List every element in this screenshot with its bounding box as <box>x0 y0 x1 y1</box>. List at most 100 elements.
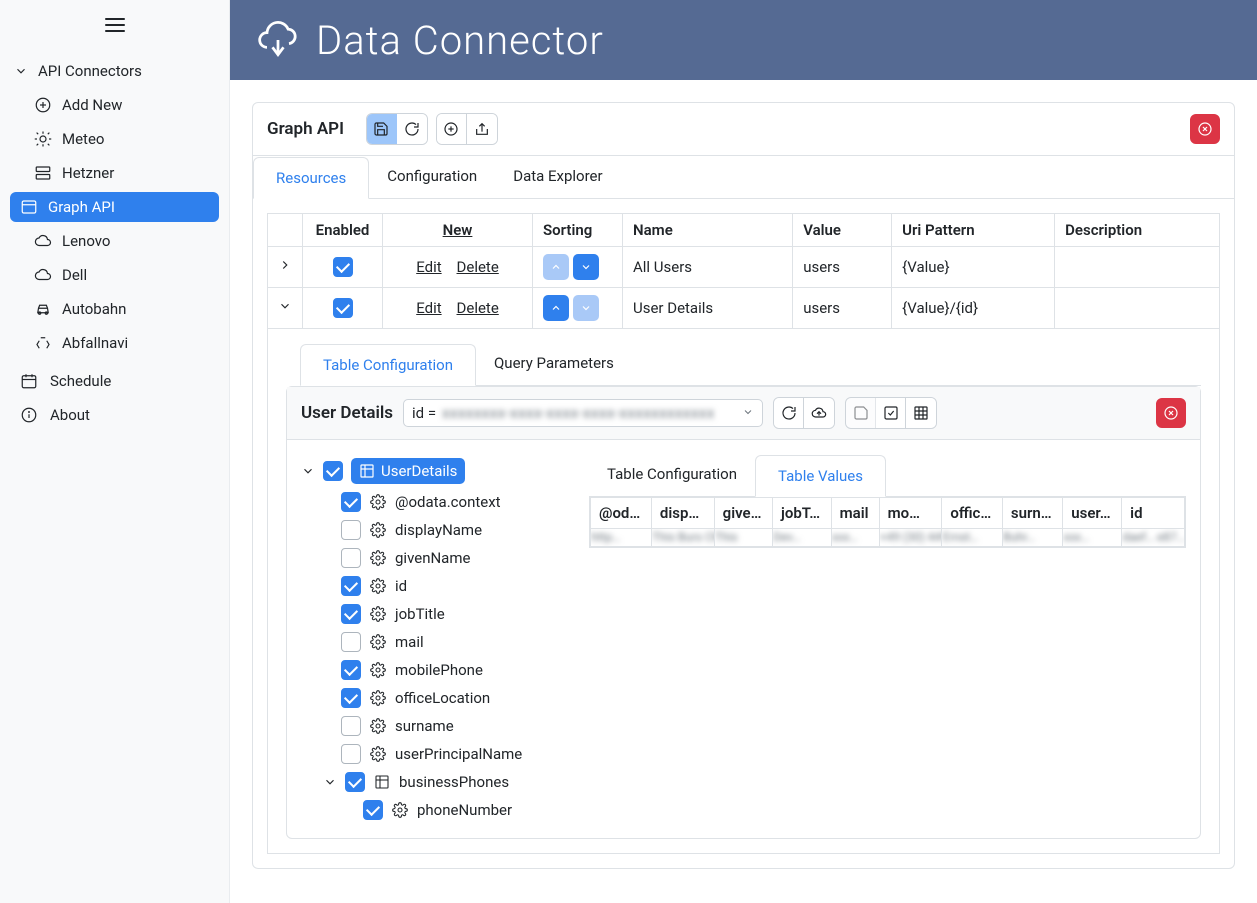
field-checkbox[interactable] <box>341 548 361 568</box>
id-label: id = <box>412 404 436 422</box>
sidebar-item-dell[interactable]: Dell <box>0 258 229 292</box>
enabled-checkbox[interactable] <box>333 257 353 277</box>
data-col: user… <box>1063 498 1122 529</box>
values-pane: Table Configuration Table Values @od…dis… <box>589 454 1186 548</box>
collapse-row-button[interactable] <box>268 288 303 329</box>
tree-field[interactable]: givenName <box>323 544 571 572</box>
refresh-button[interactable] <box>397 114 427 144</box>
topbar: Data Connector <box>230 0 1257 80</box>
cell-uri: {Value}/{id} <box>892 288 1055 329</box>
tree-subgroup[interactable]: businessPhones <box>323 768 571 796</box>
sidebar-add-new-label: Add New <box>62 96 122 114</box>
edit-link[interactable]: Edit <box>416 299 441 317</box>
panel-header: Graph API <box>253 103 1234 156</box>
chevron-down-icon[interactable] <box>301 464 315 478</box>
id-selector[interactable]: id = xxxxxxxx-xxxx-xxxx-xxxx-xxxxxxxxxxx… <box>403 399 763 427</box>
cell-value: users <box>793 288 892 329</box>
gear-icon <box>369 745 387 763</box>
sidebar-add-new[interactable]: Add New <box>0 88 229 122</box>
tab-configuration[interactable]: Configuration <box>369 156 495 198</box>
tree-field[interactable]: surname <box>323 712 571 740</box>
tree-field-label: phoneNumber <box>417 801 512 819</box>
tab-data-explorer[interactable]: Data Explorer <box>495 156 620 198</box>
gear-icon <box>369 521 387 539</box>
check-button[interactable] <box>876 398 906 428</box>
sidebar-item-autobahn[interactable]: Autobahn <box>0 292 229 326</box>
tree-root-label: UserDetails <box>381 462 457 480</box>
root-checkbox[interactable] <box>323 461 343 481</box>
field-checkbox[interactable] <box>341 604 361 624</box>
table-icon <box>373 773 391 791</box>
tab-table-values[interactable]: Table Values <box>755 455 886 497</box>
col-uri: Uri Pattern <box>892 214 1055 247</box>
field-checkbox[interactable] <box>341 520 361 540</box>
sidebar-about[interactable]: About <box>0 398 229 432</box>
field-checkbox[interactable] <box>341 688 361 708</box>
sidebar-schedule[interactable]: Schedule <box>0 364 229 398</box>
expand-row-button[interactable] <box>268 247 303 288</box>
tree-field[interactable]: id <box>323 572 571 600</box>
add-button[interactable] <box>437 114 467 144</box>
tree-field[interactable]: officeLocation <box>323 684 571 712</box>
tab-query-params[interactable]: Query Parameters <box>476 343 632 385</box>
field-checkbox[interactable] <box>363 800 383 820</box>
sidebar-item-lenovo[interactable]: Lenovo <box>0 224 229 258</box>
plus-circle-icon <box>34 96 52 114</box>
menu-toggle-icon[interactable] <box>105 18 125 32</box>
save-button[interactable] <box>367 114 397 144</box>
field-checkbox[interactable] <box>341 492 361 512</box>
tree-field[interactable]: phoneNumber <box>345 796 571 824</box>
detail-title: User Details <box>301 403 393 423</box>
tab-resources[interactable]: Resources <box>253 157 369 199</box>
sidebar-item-abfallnavi[interactable]: Abfallnavi <box>0 326 229 360</box>
tree-root[interactable]: UserDetails <box>301 454 571 488</box>
cloud-icon <box>34 232 52 250</box>
chevron-down-icon <box>742 404 754 422</box>
table-config-panel: User Details id = xxxxxxxx-xxxx-xxxx-xxx… <box>286 386 1201 839</box>
tab-table-config-inner[interactable]: Table Configuration <box>589 454 755 496</box>
recycle-icon <box>34 334 52 352</box>
tree-field[interactable]: jobTitle <box>323 600 571 628</box>
sort-down-button[interactable] <box>573 254 599 280</box>
data-col: id <box>1122 498 1185 529</box>
delete-link[interactable]: Delete <box>457 258 499 276</box>
field-tree: UserDetails @odata.context displayNamegiv… <box>301 454 571 824</box>
sort-up-button[interactable] <box>543 295 569 321</box>
tree-field[interactable]: userPrincipalName <box>323 740 571 768</box>
sidebar-section-api-connectors[interactable]: API Connectors <box>0 54 229 88</box>
export-button[interactable] <box>467 114 497 144</box>
tab-table-config[interactable]: Table Configuration <box>300 344 476 386</box>
tree-field[interactable]: mobilePhone <box>323 656 571 684</box>
tree-field[interactable]: mail <box>323 628 571 656</box>
field-checkbox[interactable] <box>341 744 361 764</box>
field-checkbox[interactable] <box>341 576 361 596</box>
new-resource-link[interactable]: New <box>443 221 473 239</box>
gear-icon <box>369 633 387 651</box>
sidebar-item-hetzner[interactable]: Hetzner <box>0 156 229 190</box>
table-view-button[interactable] <box>906 398 936 428</box>
sidebar-item-label: Hetzner <box>62 164 114 182</box>
clear-button[interactable] <box>1156 398 1186 428</box>
field-checkbox[interactable] <box>341 632 361 652</box>
cloud-sync-button[interactable] <box>804 398 834 428</box>
sort-down-button[interactable] <box>573 295 599 321</box>
delete-link[interactable]: Delete <box>457 299 499 317</box>
sidebar-item-meteo[interactable]: Meteo <box>0 122 229 156</box>
tree-field[interactable]: displayName <box>323 516 571 544</box>
data-col: mo… <box>879 498 942 529</box>
sort-up-button[interactable] <box>543 254 569 280</box>
field-checkbox[interactable] <box>341 660 361 680</box>
save-detail-button[interactable] <box>846 398 876 428</box>
delete-connector-button[interactable] <box>1190 114 1220 144</box>
chevron-down-icon[interactable] <box>323 775 337 789</box>
field-checkbox[interactable] <box>341 716 361 736</box>
enabled-checkbox[interactable] <box>333 298 353 318</box>
table-row: Edit Delete All Users users {Value} <box>268 247 1220 288</box>
reload-button[interactable] <box>774 398 804 428</box>
sidebar-item-graph-api[interactable]: Graph API <box>10 192 219 222</box>
edit-link[interactable]: Edit <box>416 258 441 276</box>
tree-field[interactable]: @odata.context <box>323 488 571 516</box>
tree-field-label: @odata.context <box>395 493 501 511</box>
field-checkbox[interactable] <box>345 772 365 792</box>
data-col: offic… <box>942 498 1003 529</box>
